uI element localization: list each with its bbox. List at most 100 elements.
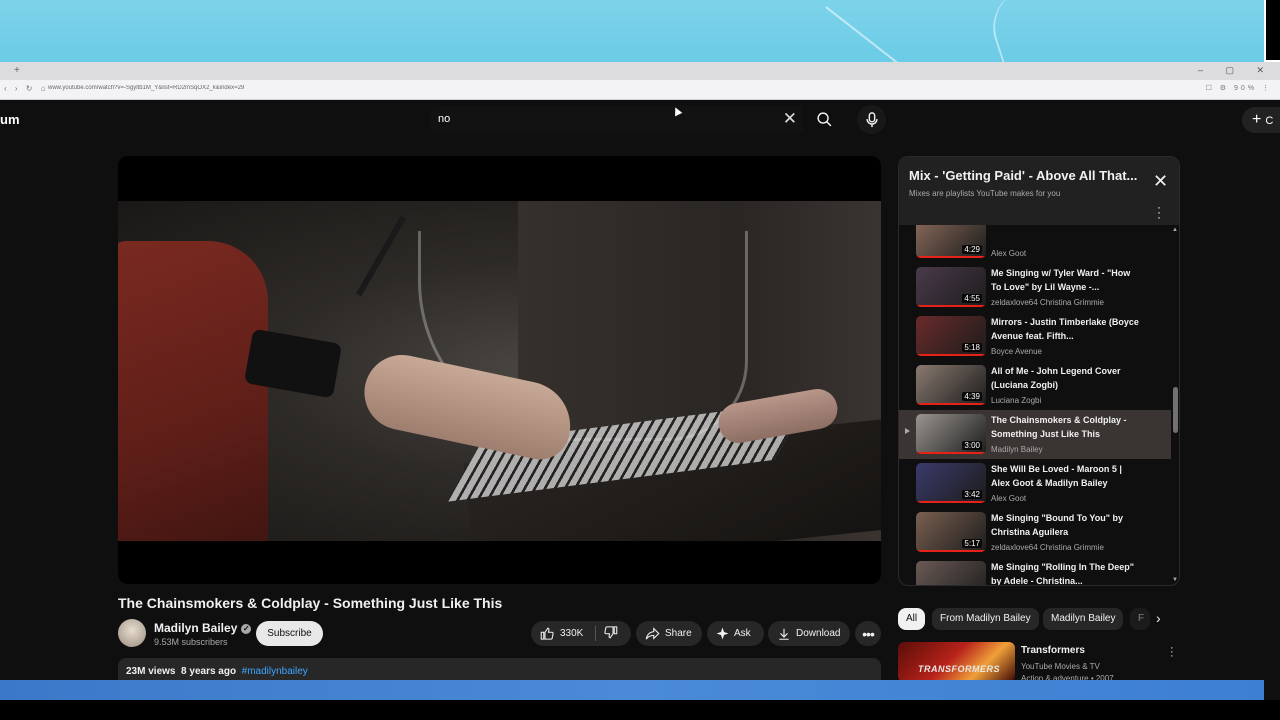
video-duration: 4:29 xyxy=(962,245,982,254)
playlist-subtitle: Mixes are playlists YouTube makes for yo… xyxy=(909,189,1061,198)
sparkle-icon xyxy=(716,627,729,640)
playlist-items: 3:36Me Singing "Rolling In The Deep" by … xyxy=(899,225,1179,586)
chevron-right-icon[interactable]: › xyxy=(1156,610,1161,626)
filter-chip[interactable]: F xyxy=(1130,608,1150,630)
voice-search-button[interactable] xyxy=(857,105,886,134)
thumbnail-logo-text: TRANSFORMERS xyxy=(918,664,1000,674)
playlist-item[interactable]: 3:42 She Will Be Loved - Maroon 5 | Alex … xyxy=(899,459,1171,508)
close-icon[interactable]: ✕ xyxy=(1153,171,1168,192)
recommendation-item[interactable]: TRANSFORMERS Transformers YouTube Movies… xyxy=(898,642,1180,683)
playlist-item-title: The Chainsmokers & Coldplay - Something … xyxy=(991,415,1127,439)
upload-age: 8 years ago xyxy=(181,666,237,677)
channel-name[interactable]: Madilyn Bailey ✓ xyxy=(154,621,252,635)
playlist-item-channel: Boyce Avenue xyxy=(991,347,1043,356)
subscriber-count: 9.53M subscribers xyxy=(154,637,228,647)
playlist-thumbnail[interactable]: 3:36 xyxy=(916,561,986,585)
playlist-thumbnail[interactable]: 5:17 xyxy=(916,512,986,552)
playlist-panel: Mix - 'Getting Paid' - Above All That...… xyxy=(898,156,1180,586)
playlist-thumbnail[interactable]: 4:29 xyxy=(916,225,986,258)
playlist-item-title: She Will Be Loved - Maroon 5 | Alex Goot… xyxy=(991,464,1122,488)
nav-buttons-icon[interactable]: ‹ › ↻ ⌂ xyxy=(4,84,49,93)
screen-bottom-edge xyxy=(0,700,1280,720)
filter-chip[interactable]: From Madilyn Bailey xyxy=(932,608,1039,630)
now-playing-icon xyxy=(905,428,910,434)
share-button[interactable]: Share xyxy=(636,621,702,646)
playlist-item-title: All of Me - John Legend Cover (Luciana Z… xyxy=(991,366,1121,390)
watched-progress-bar xyxy=(916,403,986,405)
view-count: 23M views xyxy=(126,666,176,677)
video-player[interactable] xyxy=(118,156,881,584)
playlist-item-channel: Luciana Zogbi xyxy=(991,396,1042,405)
playlist-item[interactable]: 4:29 Alex Goot xyxy=(899,225,1171,263)
kebab-menu-icon[interactable]: · · · xyxy=(1157,201,1161,223)
scroll-up-icon[interactable]: ▲ xyxy=(1172,227,1178,233)
scrollbar-thumb[interactable] xyxy=(1173,387,1178,433)
dislike-button[interactable] xyxy=(603,625,618,643)
more-actions-button[interactable]: ••• xyxy=(855,621,881,646)
filter-chip[interactable]: All xyxy=(898,608,926,630)
tab-strip: + – ▢ ✕ xyxy=(0,62,1280,80)
search-button[interactable] xyxy=(806,106,842,133)
watched-progress-bar xyxy=(916,305,986,307)
download-button[interactable]: Download xyxy=(768,621,850,646)
playlist-item[interactable]: 4:39 All of Me - John Legend Cover (Lucia… xyxy=(899,361,1171,410)
playlist-item-channel: Alex Goot xyxy=(991,249,1027,258)
filter-chip[interactable]: Madilyn Bailey xyxy=(1043,608,1124,630)
playlist-item[interactable]: 5:17 Me Singing "Bound To You" by Christi… xyxy=(899,508,1171,557)
video-meta: 23M views 8 years ago #madilynbailey xyxy=(126,666,308,677)
watched-progress-bar xyxy=(916,452,986,454)
recommendation-thumbnail[interactable]: TRANSFORMERS xyxy=(898,642,1015,682)
playlist-item-title: Me Singing "Rolling In The Deep" by Adel… xyxy=(991,562,1135,586)
microphone-icon xyxy=(865,111,878,127)
playlist-item[interactable]: 3:00 The Chainsmokers & Coldplay - Someth… xyxy=(899,410,1171,459)
playlist-item-title: Mirrors - Justin Timberlake (Boyce Avenu… xyxy=(991,317,1139,341)
playlist-item[interactable]: 5:18 Mirrors - Justin Timberlake (Boyce A… xyxy=(899,312,1171,361)
video-duration: 5:17 xyxy=(962,539,982,548)
video-duration: 4:39 xyxy=(962,392,982,401)
playlist-thumbnail[interactable]: 5:18 xyxy=(916,316,986,356)
channel-avatar[interactable] xyxy=(118,619,146,647)
playlist-scrollbar[interactable]: ▲ ▼ xyxy=(1172,227,1178,583)
video-duration: 3:00 xyxy=(962,441,982,450)
like-button[interactable]: 330K xyxy=(540,626,583,641)
playlist-thumbnail[interactable]: 4:55 xyxy=(916,267,986,307)
create-button[interactable]: + C xyxy=(1242,107,1280,133)
playlist-item[interactable]: 4:55 Me Singing w/ Tyler Ward - "How To L… xyxy=(899,263,1171,312)
search-icon xyxy=(816,112,831,127)
kebab-menu-icon[interactable]: · · · xyxy=(1170,643,1174,662)
ask-button[interactable]: Ask xyxy=(707,621,764,646)
video-frame xyxy=(118,201,881,541)
playlist-item-channel: zeldaxlove64 Christina Grimmie xyxy=(991,543,1104,552)
watched-progress-bar xyxy=(916,256,986,258)
subscribe-button[interactable]: Subscribe xyxy=(256,621,323,646)
playlist-item-channel: Madilyn Bailey xyxy=(991,445,1043,454)
playlist-item-title: Me Singing w/ Tyler Ward - "How To Love"… xyxy=(991,268,1131,292)
video-duration: 3:42 xyxy=(962,490,982,499)
zoom-level: 90% xyxy=(1234,85,1258,92)
playlist-thumbnail[interactable]: 3:00 xyxy=(916,414,986,454)
youtube-logo[interactable]: um xyxy=(0,112,20,127)
scroll-down-icon[interactable]: ▼ xyxy=(1172,577,1178,583)
clear-search-icon[interactable]: ✕ xyxy=(783,109,797,129)
recommendation-title[interactable]: Transformers xyxy=(1021,645,1085,656)
playlist-title[interactable]: Mix - 'Getting Paid' - Above All That... xyxy=(909,168,1145,183)
url-field[interactable]: www.youtube.com/watch?v=-Sgyltb1M_Y&list… xyxy=(48,85,258,95)
filter-chips: F Madilyn Bailey From Madilyn Bailey All › xyxy=(898,608,1180,632)
more-icon: ••• xyxy=(862,625,875,642)
hashtag-link[interactable]: #madilynbailey xyxy=(242,666,308,677)
recommendation-channel: YouTube Movies & TV xyxy=(1021,662,1100,671)
search-input[interactable]: no ✕ xyxy=(428,106,803,133)
thumbs-up-icon xyxy=(540,627,554,640)
thumbs-down-icon xyxy=(604,626,618,639)
playlist-thumbnail[interactable]: 4:39 xyxy=(916,365,986,405)
playlist-item[interactable]: 3:36Me Singing "Rolling In The Deep" by … xyxy=(899,557,1171,586)
like-dislike-group: 330K xyxy=(531,621,631,646)
playlist-header: Mix - 'Getting Paid' - Above All That...… xyxy=(899,157,1179,225)
browser-toolbar-icons[interactable]: ☐ ⚙ 90% ⋮ xyxy=(1206,84,1272,92)
playlist-thumbnail[interactable]: 3:42 xyxy=(916,463,986,503)
new-tab-button[interactable]: + xyxy=(14,65,20,76)
address-bar-row: ‹ › ↻ ⌂ www.youtube.com/watch?v=-Sgyltb1… xyxy=(0,80,1280,100)
window-controls[interactable]: – ▢ ✕ xyxy=(1198,65,1274,76)
playlist-item-channel: Alex Goot xyxy=(991,494,1027,503)
watched-progress-bar xyxy=(916,501,986,503)
